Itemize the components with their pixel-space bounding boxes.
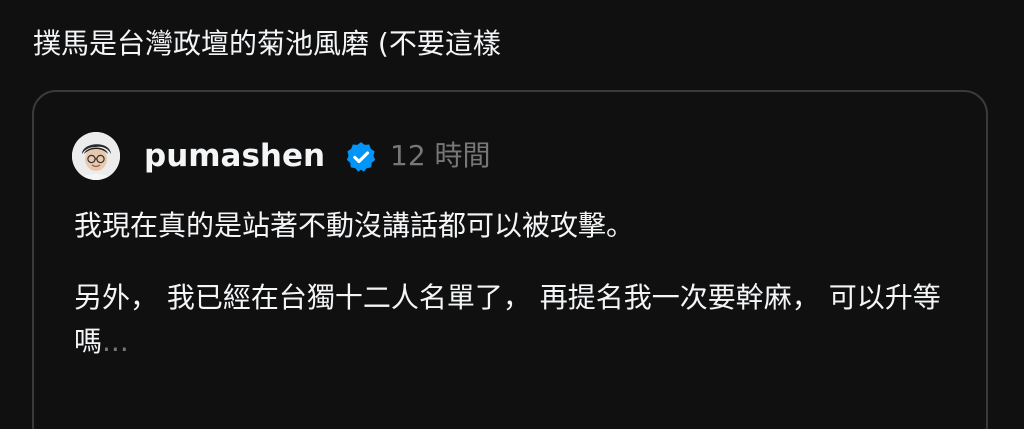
post-text: 撲馬是台灣政壇的菊池風磨 (不要這樣 bbox=[33, 27, 501, 60]
post-timestamp[interactable]: 12 時間 bbox=[390, 136, 491, 176]
quoted-post-card[interactable]: pumashen 12 時間 我現在真的是站著不動沒講話都可以被攻擊。 另外， … bbox=[32, 90, 988, 429]
truncation-ellipsis: ... bbox=[102, 325, 129, 358]
quoted-post-paragraph-2-text: 另外， 我已經在台獨十二人名單了， 再提名我一次要幹麻， 可以升等嗎 bbox=[74, 281, 941, 358]
post-container: 撲馬是台灣政壇的菊池風磨 (不要這樣 pumashen 12 時間 我現在真的是… bbox=[0, 0, 1024, 429]
avatar-image bbox=[72, 132, 120, 180]
verified-badge-icon bbox=[346, 142, 376, 172]
quoted-post-body: 我現在真的是站著不動沒講話都可以被攻擊。 另外， 我已經在台獨十二人名單了， 再… bbox=[74, 204, 954, 364]
quoted-post-paragraph-2: 另外， 我已經在台獨十二人名單了， 再提名我一次要幹麻， 可以升等嗎... bbox=[74, 276, 954, 364]
username-link[interactable]: pumashen bbox=[144, 136, 325, 176]
quoted-post-paragraph-1: 我現在真的是站著不動沒講話都可以被攻擊。 bbox=[74, 209, 635, 242]
avatar[interactable] bbox=[72, 132, 120, 180]
